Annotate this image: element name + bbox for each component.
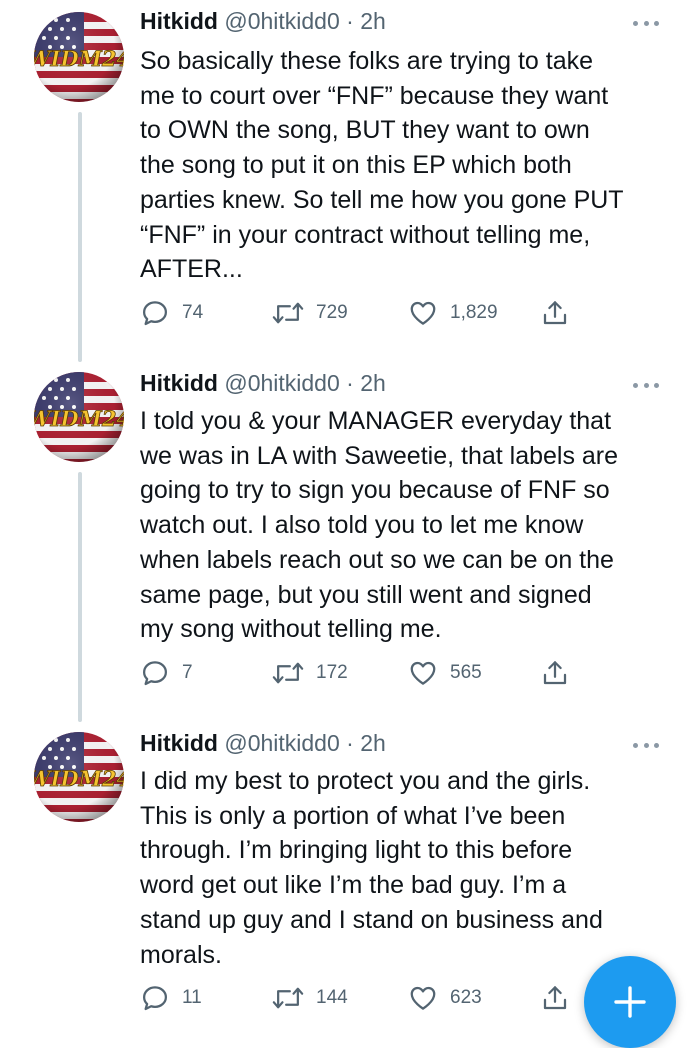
share-button[interactable] — [540, 297, 570, 329]
tweet-thread: WIDM24 Hitkidd @0hitkidd0 · 2h So basica… — [0, 0, 695, 1048]
avatar[interactable]: WIDM24 — [34, 12, 124, 102]
reply-icon — [143, 986, 167, 1011]
reply-count: 7 — [182, 662, 193, 683]
author-name[interactable]: Hitkidd — [140, 730, 218, 756]
reply-button[interactable]: 11 — [140, 982, 202, 1014]
thread-connector-line — [78, 472, 82, 722]
share-icon — [543, 661, 567, 685]
share-button[interactable] — [540, 657, 570, 689]
reply-icon — [143, 661, 167, 686]
avatar-flag-image: WIDM24 — [34, 732, 124, 822]
avatar[interactable]: WIDM24 — [34, 732, 124, 822]
tweet-actions: 7 172 565 — [140, 657, 580, 689]
retweet-count: 729 — [316, 302, 348, 323]
compose-tweet-button[interactable] — [584, 956, 676, 1048]
thread-connector-line — [78, 112, 82, 362]
reply-count: 11 — [182, 987, 202, 1008]
share-icon — [543, 986, 567, 1010]
heart-icon — [410, 301, 436, 325]
retweet-icon — [272, 302, 304, 324]
more-options-icon[interactable] — [633, 381, 659, 389]
like-count: 565 — [450, 662, 482, 683]
tweet-actions: 11 144 623 — [140, 982, 580, 1014]
tweet-header: Hitkidd @0hitkidd0 · 2h — [140, 368, 675, 398]
retweet-icon — [272, 662, 304, 684]
separator-dot: · — [346, 730, 354, 756]
retweet-button[interactable]: 172 — [272, 657, 348, 689]
more-options-icon[interactable] — [633, 19, 659, 27]
tweet[interactable]: WIDM24 Hitkidd @0hitkidd0 · 2h I told yo… — [0, 360, 695, 722]
tweet-text: I did my best to protect you and the gir… — [140, 767, 603, 969]
retweet-count: 144 — [316, 987, 348, 1008]
tweet-timestamp[interactable]: 2h — [360, 8, 386, 34]
avatar-flag-image: WIDM24 — [34, 12, 124, 102]
avatar-flag-image: WIDM24 — [34, 372, 124, 462]
svg-text:WIDM24: WIDM24 — [34, 406, 124, 431]
reply-button[interactable]: 7 — [140, 657, 193, 689]
retweet-button[interactable]: 144 — [272, 982, 348, 1014]
tweet-timestamp[interactable]: 2h — [360, 370, 386, 396]
author-handle[interactable]: @0hitkidd0 — [224, 730, 339, 756]
heart-icon — [410, 986, 436, 1010]
tweet-timestamp[interactable]: 2h — [360, 730, 386, 756]
tweet-text: So basically these folks are trying to t… — [140, 47, 624, 284]
like-count: 623 — [450, 987, 482, 1008]
more-options-icon[interactable] — [633, 741, 659, 749]
tweet-header: Hitkidd @0hitkidd0 · 2h — [140, 728, 675, 758]
author-name[interactable]: Hitkidd — [140, 8, 218, 34]
tweet-header: Hitkidd @0hitkidd0 · 2h — [140, 6, 675, 36]
reply-icon — [143, 301, 167, 326]
tweet[interactable]: WIDM24 Hitkidd @0hitkidd0 · 2h So basica… — [0, 0, 695, 362]
retweet-button[interactable]: 729 — [272, 297, 348, 329]
author-handle[interactable]: @0hitkidd0 — [224, 8, 339, 34]
share-button[interactable] — [540, 982, 570, 1014]
svg-text:WIDM24: WIDM24 — [34, 766, 124, 791]
like-button[interactable]: 623 — [408, 982, 482, 1014]
retweet-icon — [272, 987, 304, 1009]
tweet-actions: 74 729 1,829 — [140, 297, 580, 329]
heart-icon — [410, 661, 436, 685]
reply-button[interactable]: 74 — [140, 297, 203, 329]
like-button[interactable]: 565 — [408, 657, 482, 689]
separator-dot: · — [346, 370, 354, 396]
svg-text:WIDM24: WIDM24 — [34, 46, 124, 71]
plus-icon — [614, 986, 646, 1018]
retweet-count: 172 — [316, 662, 348, 683]
like-button[interactable]: 1,829 — [408, 297, 498, 329]
tweet-text: I told you & your MANAGER everyday that … — [140, 407, 619, 644]
author-handle[interactable]: @0hitkidd0 — [224, 370, 339, 396]
like-count: 1,829 — [450, 302, 498, 323]
separator-dot: · — [346, 8, 354, 34]
avatar[interactable]: WIDM24 — [34, 372, 124, 462]
share-icon — [543, 301, 567, 325]
author-name[interactable]: Hitkidd — [140, 370, 218, 396]
reply-count: 74 — [182, 302, 204, 323]
